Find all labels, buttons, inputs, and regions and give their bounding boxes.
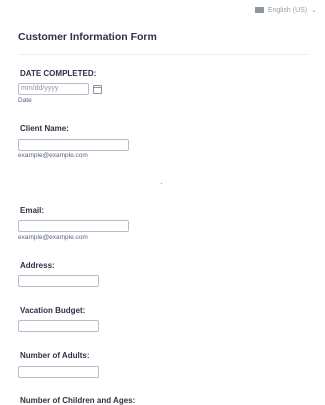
- number-of-adults-label: Number of Adults:: [20, 351, 90, 360]
- number-of-children-label: Number of Children and Ages:: [20, 396, 136, 405]
- email-sublabel: example@example.com: [18, 234, 88, 241]
- form-title: Customer Information Form: [18, 31, 157, 43]
- separator-dot: [161, 183, 162, 184]
- chevron-down-icon: ⌄: [311, 7, 317, 14]
- address-input[interactable]: [18, 275, 99, 287]
- vacation-budget-input[interactable]: [18, 320, 99, 332]
- address-label: Address:: [20, 261, 55, 270]
- vacation-budget-label: Vacation Budget:: [20, 306, 86, 315]
- date-completed-label: DATE COMPLETED:: [20, 69, 97, 78]
- number-of-adults-input[interactable]: [18, 366, 99, 378]
- client-name-input[interactable]: [18, 139, 129, 151]
- email-input[interactable]: [18, 220, 129, 232]
- client-name-label: Client Name:: [20, 124, 69, 133]
- client-name-sublabel: example@example.com: [18, 152, 88, 159]
- language-label: English (US): [267, 6, 308, 14]
- date-sublabel: Date: [18, 97, 32, 104]
- calendar-icon[interactable]: [93, 85, 102, 94]
- title-divider: [18, 54, 309, 55]
- language-selector[interactable]: English (US) ⌄: [254, 6, 317, 14]
- flag-icon: [254, 7, 264, 13]
- date-input[interactable]: mm/dd/yyyy: [18, 83, 89, 95]
- email-label: Email:: [20, 206, 45, 215]
